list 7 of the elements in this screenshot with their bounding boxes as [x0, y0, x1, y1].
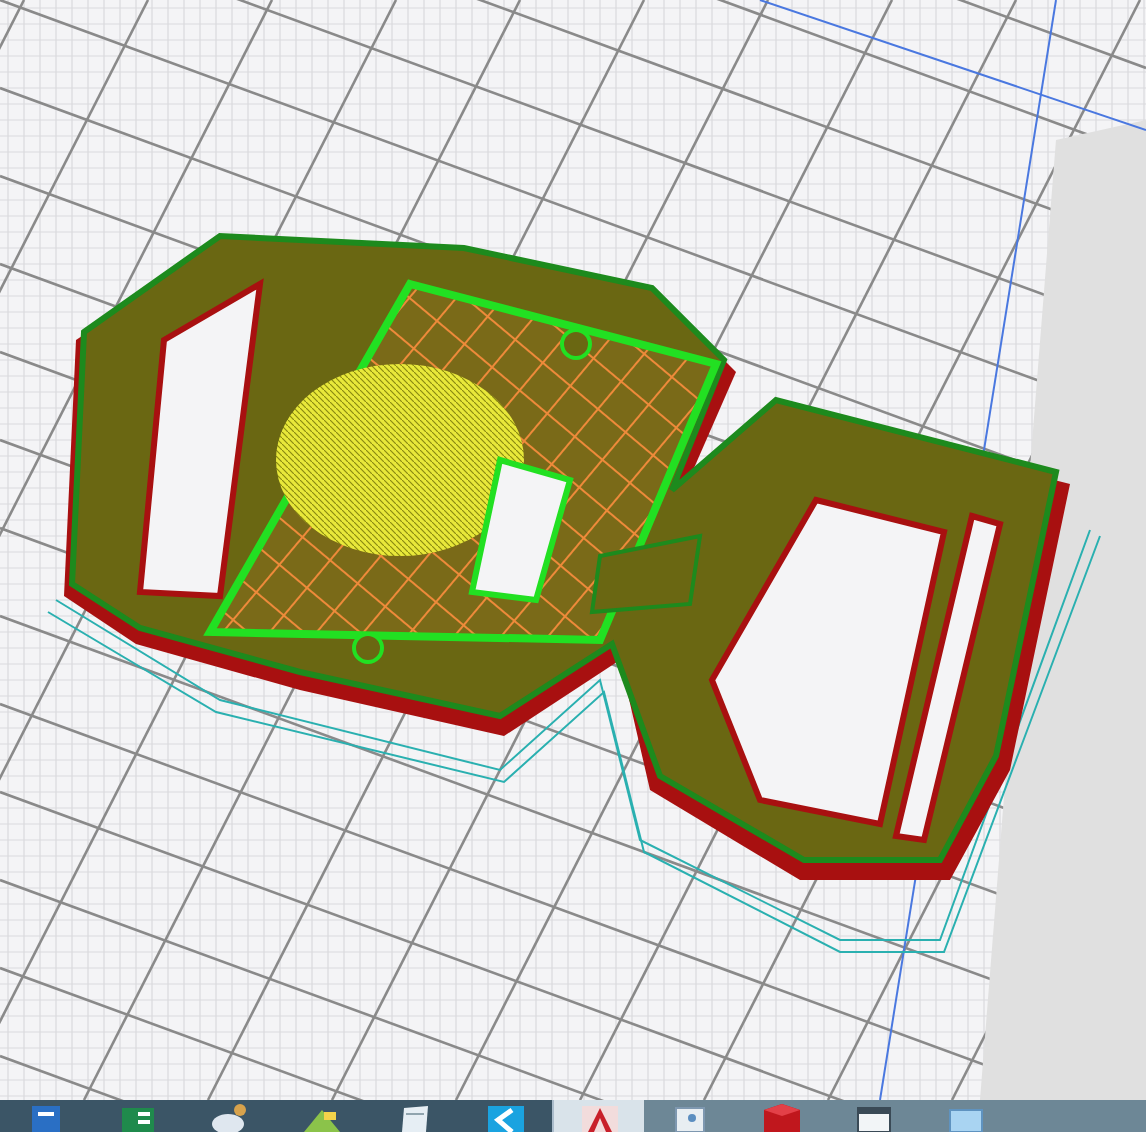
window-icon [852, 1104, 896, 1132]
letter-a-icon [577, 1104, 621, 1132]
taskbar-app-button[interactable] [552, 1100, 644, 1132]
palette-icon [208, 1104, 252, 1132]
spreadsheet-icon [116, 1104, 160, 1132]
monitor-icon [944, 1104, 988, 1132]
cube-icon [760, 1104, 804, 1132]
